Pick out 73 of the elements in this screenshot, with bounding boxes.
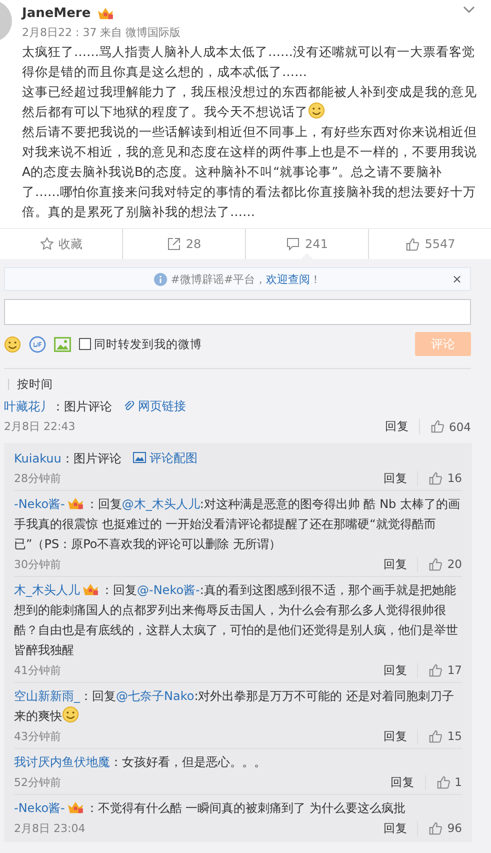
thumb-up-icon: [428, 662, 444, 678]
comment-text: -Neko酱- ：回复@木_木头人儿:对这种满是恶意的图夸得出帅 酷 Nb 太棒了的画手我真的很震惊 也挺难过的 一开始没看清评论都提醒了还在那嘴硬“就觉得酷而已”（PS：原Po不喜欢我的评论可以删除 无所谓）: [14, 496, 461, 553]
attachment-link[interactable]: 网页链接: [124, 396, 186, 416]
post-meta: 2月8日22 : 37 来自 微博国际版: [22, 25, 182, 40]
reply-button[interactable]: 回复: [383, 820, 408, 836]
action-button[interactable]: 241: [245, 229, 368, 259]
like-count: 16: [447, 471, 462, 485]
image-icon: [133, 452, 146, 463]
thumb-up-icon: [428, 470, 444, 486]
reply-button[interactable]: 回复: [383, 470, 408, 486]
star-icon: [40, 237, 54, 251]
like-count: 17: [447, 663, 462, 677]
post-text: 这事已经超过我理解能力了，我压根没想过的东西都能被人补到变成是我的意见然后都有可以下地狱的程度了。我今天不想说话了: [22, 83, 477, 121]
like-count: 1: [454, 775, 462, 789]
like-count: 96: [447, 821, 462, 835]
mention-link[interactable]: @七奈子Nako: [116, 689, 194, 703]
post-text: 太疯狂了……骂人指责人脑补人成本太低了……没有还嘴就可以有一大票看客觉得你是错的而且你真是这么想的，成本忒低了……: [22, 43, 476, 81]
attachment-link[interactable]: 评论配图: [133, 448, 198, 468]
reply-button[interactable]: 回复: [383, 556, 408, 572]
smiley-icon: [4, 336, 21, 352]
comment-time: 2月8日 22:43: [4, 419, 76, 434]
comment-text: 叶藏花丿：图片评论 网页链接: [4, 396, 471, 416]
comment-time: 52分钟前: [14, 774, 61, 790]
action-button[interactable]: 收藏: [0, 229, 122, 259]
image-icon[interactable]: [54, 336, 71, 352]
reply-button[interactable]: 回复: [383, 662, 408, 678]
notice-text: #微博辟谣#平台，欢迎查阅！: [170, 272, 322, 286]
comment-time: 43分钟前: [14, 728, 61, 744]
chevron-down-icon[interactable]: [463, 6, 475, 14]
action-button[interactable]: 5547: [368, 229, 491, 259]
comment-input[interactable]: [4, 299, 471, 325]
reply-button[interactable]: 回复: [385, 419, 410, 434]
thumb-up-icon: [428, 728, 444, 744]
comment-time: 2月8日 23:04: [14, 820, 86, 836]
comment-time: 30分钟前: [14, 556, 61, 572]
thumb-up-icon: [428, 556, 444, 572]
commenter-name[interactable]: -Neko酱-: [14, 497, 65, 511]
action-button[interactable]: 28: [122, 229, 245, 259]
notice-link[interactable]: 欢迎查阅: [266, 272, 310, 286]
thumb-up-icon: [430, 419, 446, 434]
sort-option[interactable]: 按时间: [17, 377, 53, 392]
reply-button[interactable]: 回复: [383, 728, 408, 744]
commenter-name[interactable]: -Neko酱-: [14, 801, 65, 815]
comment-text: 我讨厌内鱼伏地魔：女孩好看，但是恶心。。。: [14, 754, 267, 771]
comment-time: 28分钟前: [14, 470, 61, 486]
comment-text: Kuiakuu：图片评论 评论配图: [14, 448, 462, 468]
like-count: 604: [449, 420, 471, 434]
thumb-up-icon: [404, 236, 420, 252]
reply-button[interactable]: 回复: [390, 774, 415, 790]
mention-link[interactable]: @-Neko酱-: [137, 583, 200, 597]
comment-time: 41分钟前: [14, 662, 61, 678]
commenter-name[interactable]: 叶藏花丿: [4, 400, 52, 414]
comment-text: -Neko酱- ：不觉得有什么酷 一瞬间真的被刺痛到了 为什么要这么疯批: [14, 800, 407, 817]
commenter-name[interactable]: 木_木头人儿: [14, 583, 80, 597]
like-count: 15: [447, 729, 462, 743]
comment-text: 木_木头人儿 ：回复@-Neko酱-:真的看到这图感到很不适，那个画手就是把她能想到的能刺痛国人的点都罗列出来侮辱反击国人，为什么会有那么多人觉得很帅很酷？自由也是有底线的，这群人太疯了，可怕的是他们还觉得是别人疯，他们是举世皆醉我独醒: [14, 582, 459, 659]
paperclip-icon: [124, 400, 135, 412]
speech-bubble-icon: [286, 237, 300, 251]
mention-link[interactable]: @木_木头人儿: [122, 497, 200, 511]
like-count: 20: [447, 557, 462, 571]
close-button[interactable]: ×: [452, 272, 462, 286]
comment-text: 空山新新雨_：回复@七奈子Nako:对外出拳那是万万不可能的 还是对着同胞刺刀子来的爽快: [14, 688, 456, 725]
thumb-up-icon: [436, 774, 451, 790]
thumb-up-icon: [428, 820, 444, 836]
commenter-name[interactable]: 我讨厌内鱼伏地魔: [14, 755, 110, 769]
commenter-name[interactable]: 空山新新雨_: [14, 689, 80, 703]
commenter-name[interactable]: Kuiakuu: [14, 451, 62, 465]
share-icon: [166, 237, 181, 251]
info-icon: [154, 272, 167, 286]
repost-checkbox[interactable]: 同时转发到我的微博: [79, 336, 202, 352]
post-text: 然后请不要把我说的一些话解读到相近但不同事上，有好些东西对你来说相近但对我来说不相近，我的意见和态度在这样的两件事上也是不一样的，不要用我说A的态度去脑补我说B的态度。这种脑补不叫“就事论事”。总之请不要脑补了……哪怕你直接来问我对特定的事情的看法都比你直接脑补我的想法要好十万倍。真的是累死了别脑补我的想法了……: [22, 123, 477, 221]
user-name[interactable]: JaneMere: [22, 6, 91, 21]
gif-icon[interactable]: [29, 336, 46, 352]
